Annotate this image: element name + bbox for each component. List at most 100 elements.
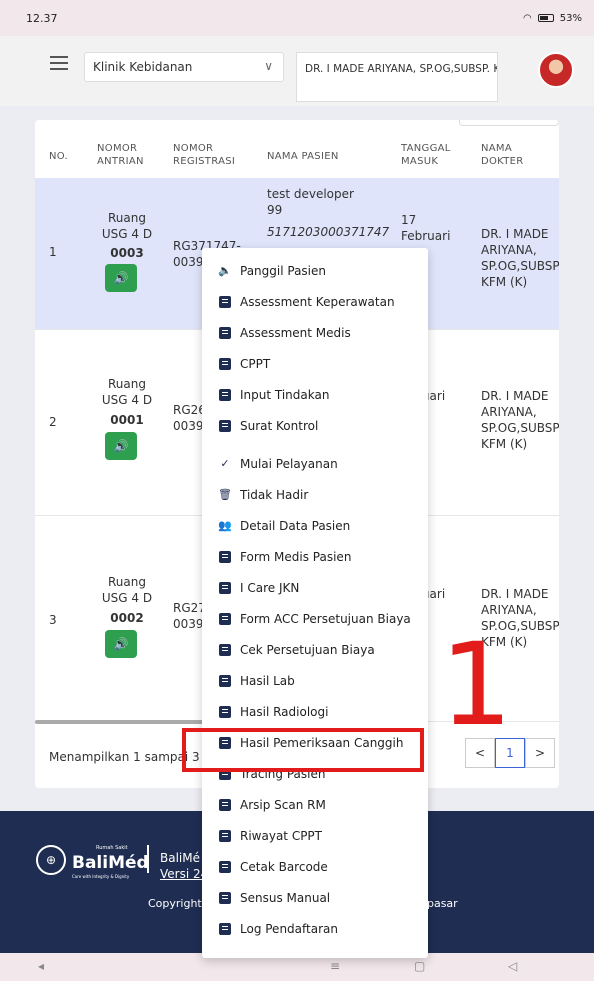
menu-item-i-care-jkn[interactable]: I Care JKN [202, 572, 428, 603]
menu-item-cppt[interactable]: CPPT [202, 348, 428, 379]
document-icon [218, 674, 232, 688]
status-icons: ◠ 53% [523, 13, 582, 24]
menu-item-detail-data-pasien[interactable]: 👥 Detail Data Pasien [202, 510, 428, 541]
back-triangle-icon[interactable]: ◁ [508, 959, 517, 973]
document-icon [218, 612, 232, 626]
context-menu: 🔈 Panggil Pasien Assessment Keperawatan A… [202, 248, 428, 958]
menu-label: Hasil Radiologi [240, 704, 329, 719]
document-icon [218, 860, 232, 874]
footer-copyright: Copyright [148, 897, 202, 910]
document-icon [218, 798, 232, 812]
menu-item-tidak-hadir[interactable]: 🗑 Tidak Hadir [202, 479, 428, 510]
battery-icon [537, 14, 554, 22]
document-icon [218, 891, 232, 905]
chevron-down-icon: ∨ [264, 59, 273, 73]
document-icon [218, 643, 232, 657]
menu-item-input-tindakan[interactable]: Input Tindakan [202, 379, 428, 410]
document-icon [218, 922, 232, 936]
clinic-select-value: Klinik Kebidanan [93, 60, 193, 74]
row-ruang: Ruang USG 4 D [101, 211, 153, 241]
menu-item-sensus-manual[interactable]: Sensus Manual [202, 882, 428, 913]
header-dokter: NAMA DOKTER [481, 143, 524, 167]
menu-item-arsip-scan-rm[interactable]: Arsip Scan RM [202, 789, 428, 820]
row-no: 2 [49, 415, 57, 429]
speaker-icon: 🔈 [218, 264, 232, 277]
menu-label: Input Tindakan [240, 387, 330, 402]
header-tanggal: TANGGAL MASUK [401, 143, 451, 167]
document-icon [218, 357, 232, 371]
menu-label: Sensus Manual [240, 890, 331, 905]
row-dokter: DR. I MADE ARIYANA, SP.OG,SUBSP. KFM (K) [481, 389, 559, 451]
menu-item-form-acc[interactable]: Form ACC Persetujuan Biaya [202, 603, 428, 634]
menu-label: Hasil Lab [240, 673, 295, 688]
footer-app-name: BaliMé [160, 851, 200, 865]
hamburger-menu-icon[interactable] [50, 56, 68, 70]
logo-tagline: Care with Integrity & Dignity [72, 874, 130, 879]
menu-item-log-pendaftaran[interactable]: Log Pendaftaran [202, 913, 428, 944]
menu-label: Detail Data Pasien [240, 518, 351, 533]
menu-label: Assessment Medis [240, 325, 351, 340]
pagination-info: Menampilkan 1 sampai 3 [49, 750, 200, 764]
search-input[interactable] [459, 120, 559, 126]
doctor-field[interactable]: DR. I MADE ARIYANA, SP.OG,SUBSP. KFM (K) [296, 52, 498, 102]
menu-item-mulai-pelayanan[interactable]: ✓ Mulai Pelayanan [202, 448, 428, 479]
menu-item-form-medis-pasien[interactable]: Form Medis Pasien [202, 541, 428, 572]
document-icon [218, 295, 232, 309]
row-no: 1 [49, 245, 57, 259]
menu-label: Assessment Keperawatan [240, 294, 395, 309]
menu-label: Form ACC Persetujuan Biaya [240, 611, 411, 626]
menu-label: Form Medis Pasien [240, 549, 352, 564]
speaker-icon[interactable]: 🔊 [105, 630, 137, 658]
doctor-name: DR. I MADE ARIYANA, SP.OG,SUBSP. KFM (K) [305, 63, 497, 75]
row-ruang: Ruang USG 4 D [101, 575, 153, 605]
footer-divider [147, 845, 149, 873]
document-icon [218, 705, 232, 719]
menu-item-riwayat-cppt[interactable]: Riwayat CPPT [202, 820, 428, 851]
document-icon [218, 388, 232, 402]
menu-label: Panggil Pasien [240, 263, 326, 278]
speaker-icon[interactable]: 🔊 [105, 432, 137, 460]
wifi-icon: ◠ [523, 12, 532, 24]
menu-label: Riwayat CPPT [240, 828, 322, 843]
logo-top-text: Rumah Sakit [96, 845, 128, 851]
row-antrian: 0001 [110, 413, 144, 427]
hospital-logo-icon: ⊕ [36, 845, 66, 875]
clinic-select[interactable]: Klinik Kebidanan ∨ [84, 52, 284, 82]
avatar[interactable] [538, 52, 574, 88]
row-no: 3 [49, 613, 57, 627]
row-antrian: 0003 [110, 246, 144, 260]
back-nav-icon[interactable]: ◂ [38, 959, 44, 973]
row-antrian: 0002 [110, 611, 144, 625]
menu-label: CPPT [240, 356, 271, 371]
header-registrasi: NOMOR REGISTRASI [173, 143, 236, 167]
document-icon [218, 581, 232, 595]
row-nama: test developer 99 [267, 187, 354, 217]
header-antrian: NOMOR ANTRIAN [97, 143, 144, 167]
menu-item-surat-kontrol[interactable]: Surat Kontrol [202, 410, 428, 441]
header-nama-pasien: NAMA PASIEN [267, 151, 339, 162]
recents-icon[interactable]: ▢ [414, 959, 425, 973]
menu-item-panggil-pasien[interactable]: 🔈 Panggil Pasien [202, 255, 428, 286]
menu-item-assessment-medis[interactable]: Assessment Medis [202, 317, 428, 348]
menu-label: Cek Persetujuan Biaya [240, 642, 375, 657]
speaker-icon[interactable]: 🔊 [105, 264, 137, 292]
status-bar: 12.37 ◠ 53% [0, 0, 594, 36]
menu-label: Mulai Pelayanan [240, 456, 338, 471]
balimed-logo: ⊕ Rumah Sakit BaliMéd Care with Integrit… [36, 841, 149, 881]
header-no: NO. [49, 151, 69, 162]
menu-item-hasil-radiologi[interactable]: Hasil Radiologi [202, 696, 428, 727]
row-tanggal: 17 Februari [401, 213, 451, 243]
menu-item-cetak-barcode[interactable]: Cetak Barcode [202, 851, 428, 882]
menu-item-assessment-keperawatan[interactable]: Assessment Keperawatan [202, 286, 428, 317]
menu-label: Tidak Hadir [240, 487, 309, 502]
next-page-button[interactable]: > [525, 738, 555, 768]
check-icon: ✓ [220, 457, 230, 470]
menu-label: I Care JKN [240, 580, 300, 595]
home-menu-icon[interactable]: ≡ [330, 959, 340, 973]
menu-item-cek-persetujuan[interactable]: Cek Persetujuan Biaya [202, 634, 428, 665]
menu-label: Log Pendaftaran [240, 921, 338, 936]
top-bar: Klinik Kebidanan ∨ DR. I MADE ARIYANA, S… [0, 36, 594, 106]
status-time: 12.37 [26, 11, 58, 25]
menu-item-hasil-lab[interactable]: Hasil Lab [202, 665, 428, 696]
row-dokter: DR. I MADE ARIYANA, SP.OG,SUBSP. KFM (K) [481, 227, 559, 289]
